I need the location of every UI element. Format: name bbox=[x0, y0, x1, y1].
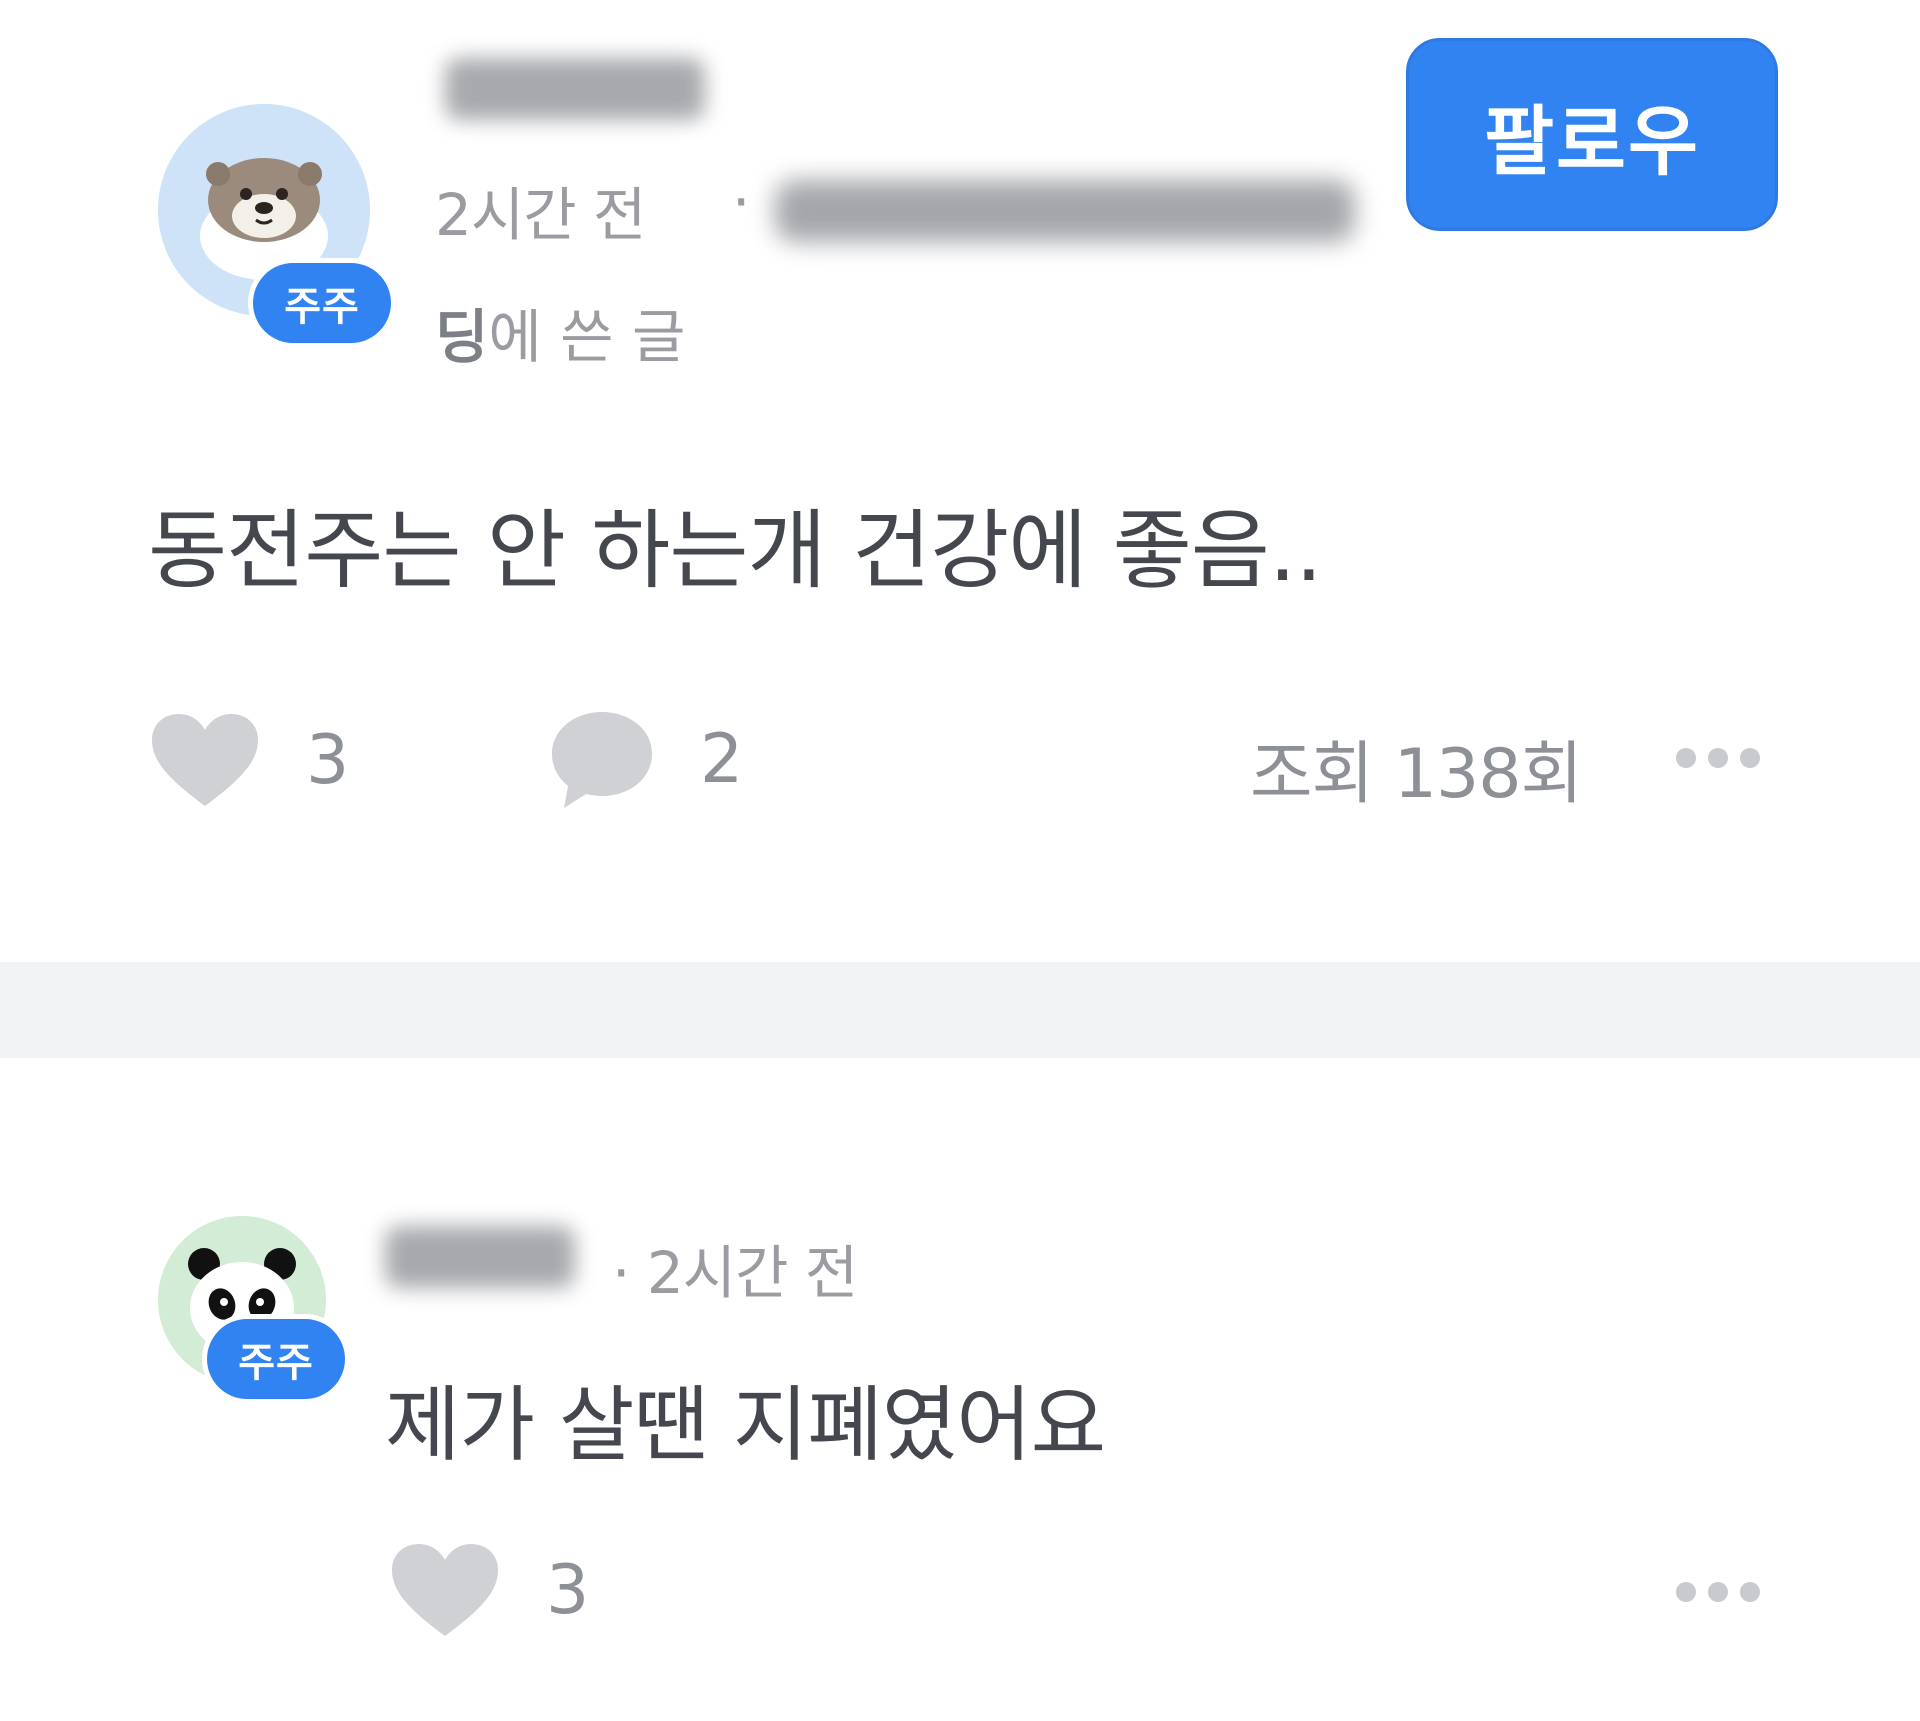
section-divider bbox=[0, 962, 1920, 1058]
commenter-name-redacted[interactable] bbox=[385, 1226, 575, 1288]
more-dot bbox=[1708, 1582, 1728, 1602]
more-dot bbox=[1740, 1582, 1760, 1602]
heart-icon bbox=[152, 714, 258, 806]
meta-separator: · bbox=[732, 168, 751, 236]
commenter-badge: 주주 bbox=[202, 1314, 350, 1404]
comment-body: 제가 살땐 지폐였어요 bbox=[385, 1378, 1106, 1473]
more-dot bbox=[1708, 748, 1728, 768]
author-avatar[interactable]: 주주 bbox=[158, 104, 398, 354]
more-dot bbox=[1740, 748, 1760, 768]
post-body: 동전주는 안 하는개 건강에 좋음.. bbox=[148, 501, 1323, 601]
post-card: 주주 2시간 전 · 딩에 쓴 글 팔로우 동전주는 안 하는개 건강에 좋음.… bbox=[0, 0, 1920, 962]
board-suffix-text: 에 쓴 글 bbox=[488, 303, 686, 371]
comment-button[interactable]: 2 bbox=[550, 708, 743, 810]
like-button[interactable]: 3 bbox=[150, 712, 349, 808]
more-options-icon[interactable] bbox=[1676, 1582, 1760, 1602]
view-count: 조회 138회 bbox=[1250, 735, 1583, 814]
feed-page: 주주 2시간 전 · 딩에 쓴 글 팔로우 동전주는 안 하는개 건강에 좋음.… bbox=[0, 0, 1920, 1721]
board-suffix: 딩에 쓴 글 bbox=[435, 290, 685, 374]
comment-like-count: 3 bbox=[546, 1550, 590, 1630]
heart-icon bbox=[392, 1544, 498, 1636]
author-badge: 주주 bbox=[248, 258, 396, 348]
board-name-redacted[interactable] bbox=[775, 180, 1355, 242]
more-dot bbox=[1676, 748, 1696, 768]
commenter-avatar[interactable]: 주주 bbox=[158, 1216, 358, 1436]
more-options-icon[interactable] bbox=[1676, 748, 1760, 768]
author-name-redacted[interactable] bbox=[445, 58, 705, 120]
more-dot bbox=[1676, 1582, 1696, 1602]
post-time: 2시간 전 bbox=[435, 181, 646, 249]
board-suffix-bold: 딩 bbox=[435, 303, 489, 371]
comment-time: · 2시간 전 bbox=[612, 1239, 858, 1307]
comment-like-button[interactable]: 3 bbox=[390, 1542, 589, 1638]
speech-bubble-icon bbox=[552, 712, 652, 808]
comment-count: 2 bbox=[700, 719, 744, 799]
comment-item: 주주 · 2시간 전 제가 살땐 지폐였어요 3 bbox=[0, 1058, 1920, 1721]
follow-button[interactable]: 팔로우 bbox=[1406, 38, 1778, 231]
like-count: 3 bbox=[306, 720, 350, 800]
